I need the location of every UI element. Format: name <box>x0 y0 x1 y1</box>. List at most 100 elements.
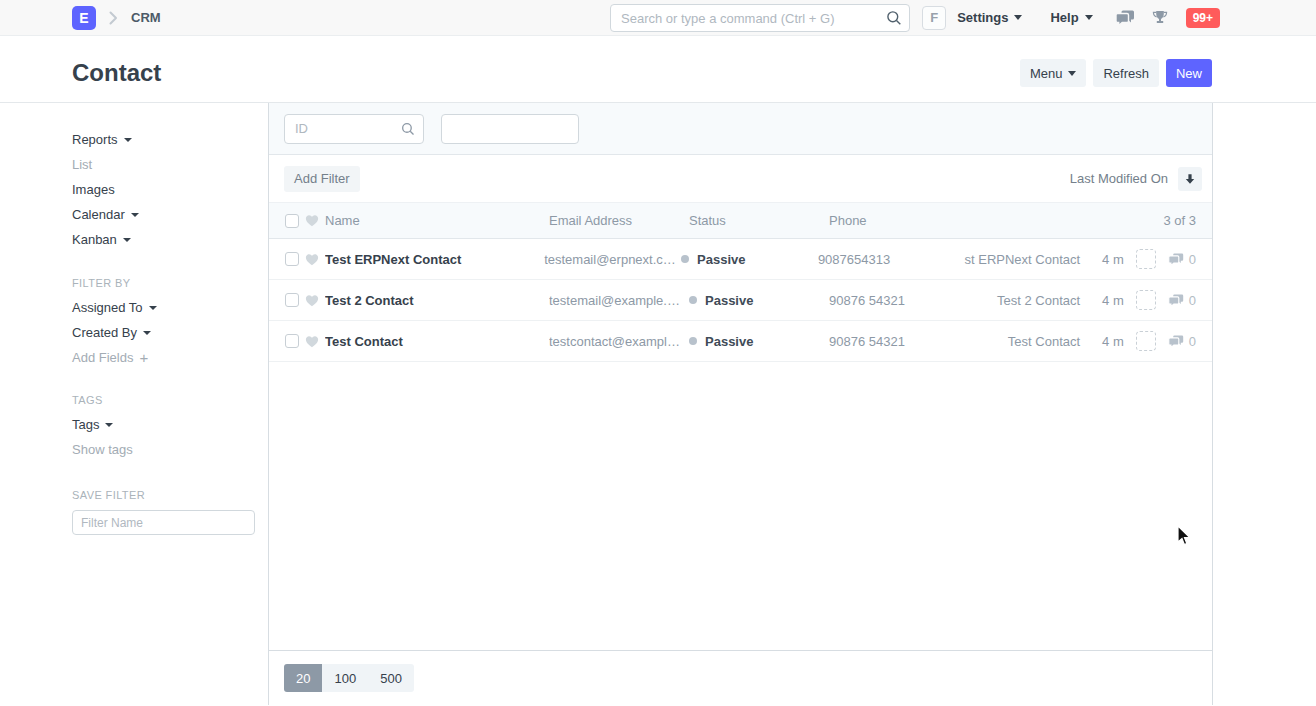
heart-icon[interactable] <box>305 214 319 227</box>
list-filter-bar <box>269 103 1212 155</box>
sort-row: Add Filter Last Modified On <box>269 155 1212 202</box>
filter-name-field <box>72 510 255 535</box>
sidebar-item-reports[interactable]: Reports <box>72 133 255 147</box>
row-phone: 90876 54321 <box>829 293 979 308</box>
row-title: st ERPNext Contact <box>964 252 1080 267</box>
sidebar-item-kanban[interactable]: Kanban <box>72 233 255 247</box>
sort-direction-button[interactable] <box>1178 167 1202 191</box>
comment-icon <box>1168 335 1184 348</box>
new-button[interactable]: New <box>1166 59 1212 87</box>
assign-placeholder[interactable] <box>1136 331 1156 351</box>
chevron-down-icon <box>143 331 151 335</box>
comment-count: 0 <box>1168 252 1196 267</box>
assign-placeholder[interactable] <box>1136 249 1156 269</box>
table-row[interactable]: Test ERPNext Contact testemail@erpnext.c… <box>269 239 1212 280</box>
chevron-down-icon <box>124 138 132 142</box>
heart-icon[interactable] <box>305 335 319 348</box>
table-row[interactable]: Test Contact testcontact@exampl… Passive… <box>269 321 1212 362</box>
table-row[interactable]: Test 2 Contact testemail@example.… Passi… <box>269 280 1212 321</box>
sidebar-item-tags[interactable]: Tags <box>72 418 255 432</box>
page-size-500[interactable]: 500 <box>368 664 414 692</box>
list-header: Name Email Address Status Phone 3 of 3 <box>269 202 1212 239</box>
row-checkbox[interactable] <box>285 334 299 348</box>
column-status[interactable]: Status <box>689 213 829 228</box>
sidebar-item-calendar[interactable]: Calendar <box>72 208 255 222</box>
assign-placeholder[interactable] <box>1136 290 1156 310</box>
row-name[interactable]: Test 2 Contact <box>325 293 549 308</box>
row-name[interactable]: Test Contact <box>325 334 549 349</box>
comment-count: 0 <box>1168 334 1196 349</box>
row-phone: 90876 54321 <box>829 334 979 349</box>
add-filter-button[interactable]: Add Filter <box>284 166 360 192</box>
row-status: Passive <box>689 293 829 308</box>
sidebar-item-add-fields[interactable]: Add Fields+ <box>72 351 255 365</box>
column-email[interactable]: Email Address <box>549 213 689 228</box>
row-modified: 4 m <box>1102 334 1124 349</box>
help-menu[interactable]: Help <box>1050 10 1092 25</box>
chevron-down-icon <box>105 423 113 427</box>
refresh-button[interactable]: Refresh <box>1093 59 1159 87</box>
sort-by-label[interactable]: Last Modified On <box>1070 171 1168 186</box>
select-all-checkbox[interactable] <box>285 214 299 228</box>
id-filter <box>284 114 424 144</box>
list-count: 3 of 3 <box>979 213 1196 228</box>
chat-icon[interactable] <box>1115 10 1135 26</box>
sidebar-item-created-by[interactable]: Created By <box>72 326 255 340</box>
breadcrumb[interactable]: CRM <box>131 10 161 25</box>
page-head: Contact Menu Refresh New <box>0 36 1316 103</box>
chevron-down-icon <box>1068 71 1076 76</box>
global-search-input[interactable] <box>610 4 910 32</box>
notification-badge[interactable]: 99+ <box>1186 8 1220 28</box>
sidebar-item-assigned-to[interactable]: Assigned To <box>72 301 255 315</box>
heart-icon[interactable] <box>305 253 319 266</box>
search-icon <box>401 122 415 139</box>
chevron-down-icon <box>1085 15 1093 20</box>
row-checkbox[interactable] <box>285 252 299 266</box>
user-avatar[interactable]: F <box>922 6 946 30</box>
row-email: testcontact@exampl… <box>549 334 689 349</box>
row-modified: 4 m <box>1102 293 1124 308</box>
search-icon <box>886 10 902 29</box>
chevron-down-icon <box>1014 15 1022 20</box>
filter-name-input[interactable] <box>72 510 255 535</box>
mouse-cursor <box>1177 525 1192 550</box>
column-phone[interactable]: Phone <box>829 213 979 228</box>
page-title: Contact <box>72 59 161 87</box>
app-logo[interactable]: E <box>72 6 96 30</box>
row-status: Passive <box>681 252 818 267</box>
row-status: Passive <box>689 334 829 349</box>
status-dot-icon <box>681 255 689 263</box>
settings-menu[interactable]: Settings <box>957 10 1022 25</box>
sidebar-item-list[interactable]: List <box>72 158 255 172</box>
arrow-down-icon <box>1184 173 1196 185</box>
chevron-down-icon <box>123 238 131 242</box>
comment-icon <box>1168 294 1184 307</box>
navbar: E CRM F Settings Help 99+ <box>0 0 1316 36</box>
row-title: Test Contact <box>1008 334 1080 349</box>
breadcrumb-chevron-icon <box>109 11 118 25</box>
comment-count: 0 <box>1168 293 1196 308</box>
heart-icon[interactable] <box>305 294 319 307</box>
row-title: Test 2 Contact <box>997 293 1080 308</box>
page-size-20[interactable]: 20 <box>284 664 322 692</box>
menu-button[interactable]: Menu <box>1020 59 1087 87</box>
secondary-filter-input[interactable] <box>441 114 579 144</box>
chevron-down-icon <box>149 306 157 310</box>
row-name[interactable]: Test ERPNext Contact <box>325 252 544 267</box>
sidebar-item-show-tags[interactable]: Show tags <box>72 443 255 457</box>
trophy-icon[interactable] <box>1152 10 1168 26</box>
sidebar-item-images[interactable]: Images <box>72 183 255 197</box>
filter-by-label: FILTER BY <box>72 277 255 289</box>
page-size-100[interactable]: 100 <box>322 664 368 692</box>
save-filter-label: SAVE FILTER <box>72 489 255 501</box>
pagination: 20 100 500 <box>269 650 1212 705</box>
row-email: testemail@example.… <box>549 293 689 308</box>
status-dot-icon <box>689 296 697 304</box>
global-search <box>610 4 910 32</box>
row-checkbox[interactable] <box>285 293 299 307</box>
chevron-down-icon <box>131 213 139 217</box>
plus-icon: + <box>139 353 148 363</box>
secondary-filter <box>441 114 579 144</box>
column-name[interactable]: Name <box>325 213 549 228</box>
sidebar: Reports List Images Calendar Kanban FILT… <box>0 103 268 705</box>
